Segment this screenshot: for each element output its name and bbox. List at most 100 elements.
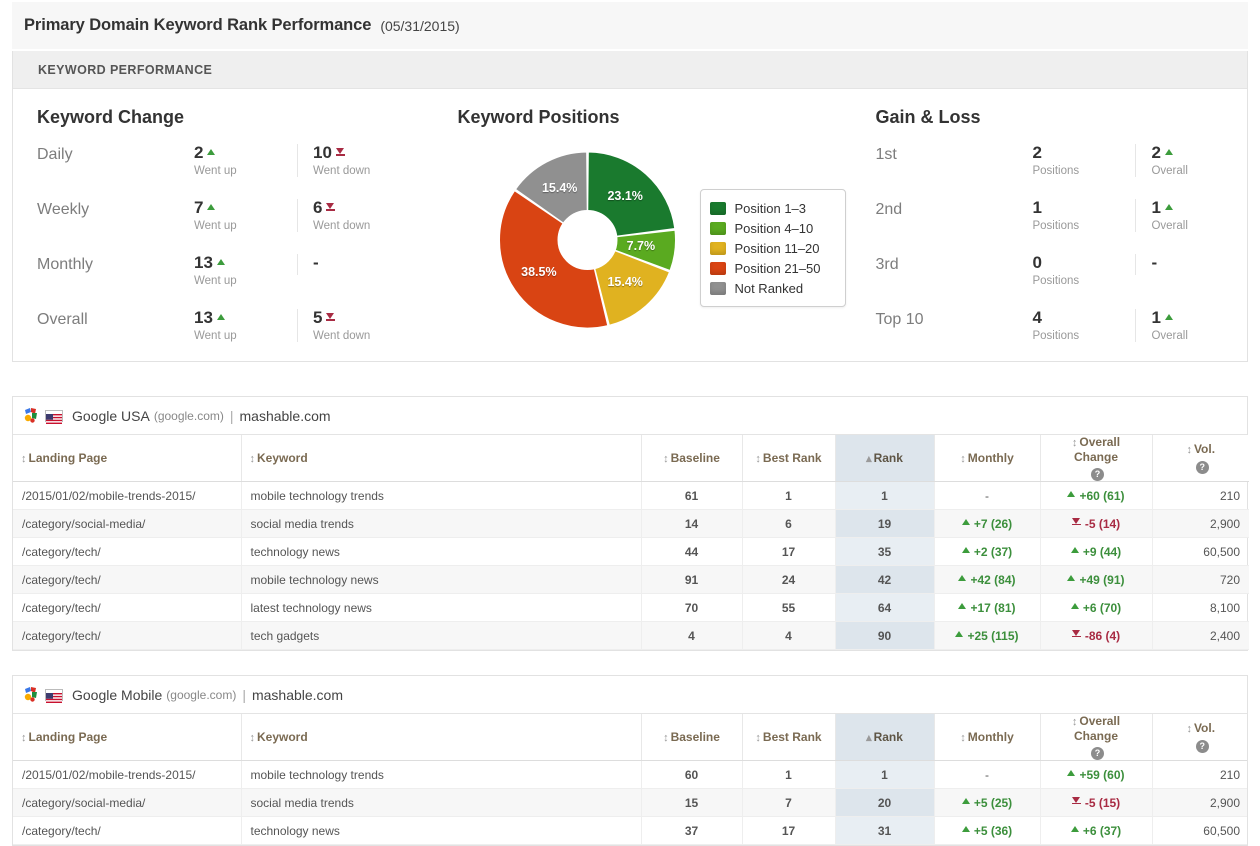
cell-keyword[interactable]: tech gadgets	[241, 621, 642, 650]
help-icon[interactable]: ?	[1195, 461, 1209, 474]
sort-indicator-icon[interactable]: ↕	[250, 453, 256, 465]
cell-landing-page[interactable]: /category/tech/	[13, 816, 242, 845]
cell-monthly: -	[934, 481, 1041, 510]
table-row[interactable]: /category/tech/mobile technology news 91 2…	[13, 565, 1249, 594]
triangle-up-icon	[1067, 769, 1076, 776]
column-header[interactable]: ↕ Baseline	[641, 714, 743, 761]
column-header[interactable]: ↕ Monthly	[934, 435, 1041, 482]
cell-monthly: +5 (36)	[934, 816, 1041, 845]
gain-loss-overall-cell: -	[1135, 254, 1238, 275]
help-icon[interactable]: ?	[1091, 747, 1104, 760]
column-header[interactable]: ▴ Rank	[835, 435, 935, 482]
sort-indicator-icon[interactable]: ↕	[1072, 437, 1078, 449]
keyword-change-row: Overall 13 Went up 5 Went down	[37, 309, 447, 364]
column-header-label: Landing Page	[28, 450, 108, 465]
column-header[interactable]: ↕ Vol.?	[1152, 714, 1247, 761]
triangle-up-icon	[1070, 825, 1079, 832]
gain-loss-rank-label: 1st	[875, 146, 897, 163]
cell-landing-page[interactable]: /2015/01/02/mobile-trends-2015/	[13, 481, 242, 510]
table-row[interactable]: /category/social-media/social media tren…	[13, 788, 1247, 817]
column-header[interactable]: ↕ Landing Page	[13, 435, 242, 482]
cell-overall-change: -86 (4)	[1040, 621, 1153, 650]
column-header[interactable]: ↕ Keyword	[241, 714, 642, 761]
table-row[interactable]: /category/social-media/social media tren…	[13, 509, 1249, 538]
table-row[interactable]: /category/tech/latest technology news 70 5…	[13, 593, 1249, 622]
cell-landing-page[interactable]: /category/tech/	[13, 565, 242, 594]
sort-indicator-icon[interactable]: ↕	[960, 732, 966, 744]
cell-landing-page[interactable]: /category/tech/	[13, 621, 242, 650]
column-header[interactable]: ↕ Vol.?	[1152, 435, 1249, 482]
sort-indicator-icon[interactable]: ↕	[960, 453, 966, 465]
keyword-performance-header: KEYWORD PERFORMANCE	[13, 51, 1247, 89]
page-title-bar: Primary Domain Keyword Rank Performance …	[12, 2, 1248, 49]
legend-color-swatch	[710, 281, 727, 295]
cell-landing-page[interactable]: /2015/01/02/mobile-trends-2015/	[13, 760, 242, 789]
table-row[interactable]: /category/tech/technology news 44 17 35 +2 (…	[13, 537, 1249, 566]
column-header[interactable]: ↕ Overall Change?	[1040, 435, 1153, 482]
cell-rank: 20	[835, 788, 935, 817]
sort-indicator-icon[interactable]: ↕	[663, 453, 669, 465]
table-row[interactable]: /2015/01/02/mobile-trends-2015/mobile te…	[13, 481, 1249, 510]
sort-indicator-icon[interactable]: ↕	[755, 453, 761, 465]
triangle-up-icon	[1067, 490, 1076, 497]
column-header[interactable]: ↕ Keyword	[241, 435, 642, 482]
cell-landing-page[interactable]: /category/social-media/	[13, 788, 242, 817]
cell-keyword[interactable]: technology news	[241, 537, 642, 566]
keyword-change-up-value: 2	[194, 143, 204, 162]
sort-indicator-icon[interactable]: ↕	[21, 732, 27, 744]
cell-keyword[interactable]: social media trends	[241, 509, 642, 538]
pie-legend-item[interactable]: Position 4–10	[710, 218, 835, 238]
sort-indicator-icon[interactable]: ↕	[663, 732, 669, 744]
column-header[interactable]: ↕ Best Rank	[742, 435, 836, 482]
sort-indicator-icon[interactable]: ↕	[1186, 444, 1192, 456]
table-row[interactable]: /category/tech/technology news 37 17 31 +5 (…	[13, 816, 1247, 845]
cell-landing-page[interactable]: /category/social-media/	[13, 509, 242, 538]
column-header-label: Rank	[873, 729, 903, 744]
cell-keyword[interactable]: mobile technology trends	[241, 481, 642, 510]
column-header[interactable]: ↕ Baseline	[641, 435, 743, 482]
sort-indicator-icon[interactable]: ↕	[1186, 723, 1192, 735]
triangle-up-icon	[1070, 602, 1079, 609]
pie-legend-item[interactable]: Position 21–50	[710, 258, 835, 278]
triangle-up-icon	[1164, 204, 1173, 210]
column-header[interactable]: ▴ Rank	[835, 714, 935, 761]
cell-keyword[interactable]: technology news	[241, 816, 642, 845]
sort-indicator-icon[interactable]: ▴	[866, 453, 872, 465]
table-row[interactable]: /2015/01/02/mobile-trends-2015/mobile te…	[13, 760, 1247, 789]
cell-overall-change: +9 (44)	[1040, 537, 1153, 566]
keyword-change-down-cell: 10 Went down	[297, 144, 400, 177]
sort-indicator-icon[interactable]: ▴	[866, 732, 872, 744]
keyword-change-down-sublabel: Went down	[313, 165, 371, 177]
keyword-performance-header-label: KEYWORD PERFORMANCE	[38, 62, 213, 77]
cell-landing-page[interactable]: /category/tech/	[13, 537, 242, 566]
cell-landing-page[interactable]: /category/tech/	[13, 593, 242, 622]
keyword-change-down-value: 10	[313, 143, 332, 162]
table-row[interactable]: /category/tech/tech gadgets 4 4 90 +25 (115)…	[13, 621, 1249, 650]
sort-indicator-icon[interactable]: ↕	[1072, 716, 1078, 728]
pie-legend-item[interactable]: Not Ranked	[710, 278, 835, 298]
column-header[interactable]: ↕ Monthly	[934, 714, 1041, 761]
column-header[interactable]: ↕ Overall Change?	[1040, 714, 1153, 761]
pie-legend-item[interactable]: Position 11–20	[710, 238, 835, 258]
column-header[interactable]: ↕ Best Rank	[742, 714, 836, 761]
cell-volume: 2,400	[1152, 621, 1249, 650]
column-header[interactable]: ↕ Landing Page	[13, 714, 242, 761]
pie-legend-item[interactable]: Position 1–3	[710, 198, 835, 218]
cell-best-rank: 24	[742, 565, 836, 594]
cell-keyword[interactable]: latest technology news	[241, 593, 642, 622]
cell-keyword[interactable]: social media trends	[241, 788, 642, 817]
cell-monthly-value: +25 (115)	[967, 628, 1019, 643]
sort-indicator-icon[interactable]: ↕	[21, 453, 27, 465]
keyword-performance-panel: KEYWORD PERFORMANCE Keyword Change Daily…	[12, 51, 1248, 362]
sort-indicator-icon[interactable]: ↕	[250, 732, 256, 744]
cell-keyword[interactable]: mobile technology trends	[241, 760, 642, 789]
cell-keyword[interactable]: mobile technology news	[241, 565, 642, 594]
triangle-up-icon	[1164, 149, 1173, 155]
gain-loss-overall-sublabel: Overall	[1151, 220, 1188, 232]
gain-loss-overall-sublabel: Overall	[1151, 330, 1188, 342]
help-icon[interactable]: ?	[1195, 740, 1209, 753]
sort-indicator-icon[interactable]: ↕	[755, 732, 761, 744]
legend-label: Position 1–3	[734, 200, 807, 216]
help-icon[interactable]: ?	[1091, 468, 1104, 481]
legend-color-swatch	[710, 221, 727, 235]
